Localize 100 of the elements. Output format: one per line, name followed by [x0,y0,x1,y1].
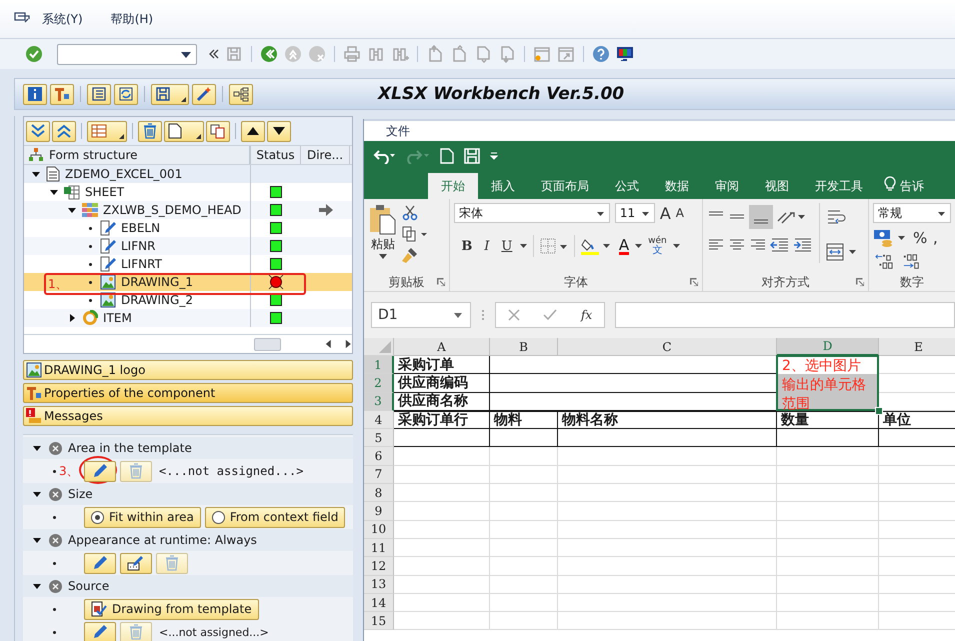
font-size-dropdown[interactable]: 11 [614,203,655,223]
font-dropdown[interactable]: 宋体 [454,203,610,223]
tree-row[interactable]: ITEM [24,309,352,327]
merge-cells-icon[interactable] [826,243,858,261]
collapse-all-button[interactable] [52,120,76,142]
style-button[interactable]: I [480,238,494,254]
ribbon-tab[interactable]: 审阅 [702,173,752,199]
new-file-icon[interactable] [440,148,454,164]
name-box[interactable]: D1 [371,302,471,328]
increase-decimal-icon[interactable] [873,253,895,271]
list-button[interactable] [87,84,111,104]
tree-row[interactable]: LIFNR [24,237,352,255]
row-header[interactable]: 5 [364,429,394,448]
fill-color-icon[interactable] [580,237,613,255]
edit-button[interactable] [84,622,116,641]
row-header[interactable]: 14 [364,594,394,612]
undo-icon[interactable] [372,148,396,164]
number-format-dropdown[interactable]: 常规 [873,203,951,223]
dropdown-icon[interactable] [672,244,680,248]
expand-all-button[interactable] [26,120,50,142]
row-header[interactable]: 6 [364,447,394,466]
info-button[interactable] [23,84,47,104]
edit-list-button[interactable] [120,552,152,574]
ribbon-tab[interactable]: 视图 [752,173,802,199]
row-header[interactable]: 7 [364,466,394,484]
expander-icon[interactable] [33,536,41,544]
row-header[interactable]: 1 [364,356,394,374]
help-icon[interactable] [592,45,610,63]
grow-font-button[interactable]: A [660,204,671,222]
lightbulb-icon[interactable] [884,176,896,192]
enter-icon[interactable] [25,45,43,63]
tree-row[interactable]: ZDEMO_EXCEL_001 [24,165,352,183]
dialog-launcher-icon[interactable] [436,278,445,286]
column-header[interactable]: B [490,338,558,356]
dropdown-icon[interactable] [181,52,191,58]
edit-button[interactable] [84,552,116,574]
ribbon-tab[interactable]: 页面布局 [528,173,602,199]
scrollbar-thumb[interactable] [254,338,281,350]
dropdown-icon[interactable] [635,244,642,248]
refresh-button[interactable] [114,84,138,104]
panel-button[interactable]: Messages [23,406,353,426]
column-header[interactable]: E [879,338,955,356]
expander-icon[interactable] [32,170,40,178]
dialog-launcher-icon[interactable] [690,278,698,286]
menu-item[interactable]: 系统(Y) [42,10,83,28]
scroll-right-icon[interactable] [345,339,352,349]
menu-item[interactable]: 帮助(H) [110,10,154,28]
settings-button[interactable] [50,84,74,104]
template-button[interactable]: Drawing from template [84,598,259,620]
column-header[interactable]: Status [250,146,301,164]
table-button[interactable] [87,120,127,142]
dropdown-corner-icon[interactable] [181,96,186,102]
ribbon-tab[interactable]: 插入 [478,173,528,199]
row-header[interactable]: 8 [364,484,394,502]
panel-button[interactable]: Properties of the component [23,383,353,403]
ribbon-tab[interactable]: 开始 [428,173,478,199]
cut-icon[interactable] [402,205,418,221]
row-header[interactable]: 11 [364,538,394,558]
comma-button[interactable]: , [933,229,947,247]
expander-icon[interactable] [50,188,58,196]
tell-me-link[interactable]: 告诉 [896,173,924,199]
insert-function-button[interactable]: fx [580,308,592,322]
shrink-font-button[interactable]: A [676,206,684,220]
column-header[interactable]: A [394,338,490,356]
file-menu[interactable]: 文件 [386,122,410,140]
copy-button[interactable] [206,120,230,142]
currency-icon[interactable] [873,229,907,247]
row-header[interactable]: 13 [364,576,394,594]
font-color-button[interactable]: A [618,238,630,254]
increase-indent-icon[interactable] [793,237,814,253]
row-header[interactable]: 2 [364,374,394,393]
paste-button[interactable]: 粘贴 [368,203,398,273]
tree-row[interactable]: ZXLWB_S_DEMO_HEAD [24,201,352,219]
expander-icon[interactable] [33,490,41,498]
decrease-indent-icon[interactable] [770,237,790,253]
expander-icon[interactable] [33,444,41,452]
dialog-launcher-icon[interactable] [856,278,864,286]
radio-indicator[interactable] [212,510,225,524]
monitor-icon[interactable] [616,45,634,63]
radio-indicator[interactable] [91,510,104,524]
copy-icon[interactable] [402,226,428,242]
ribbon-tab[interactable]: 数据 [652,173,702,199]
command-field[interactable] [57,44,197,64]
dropdown-icon[interactable] [520,244,527,248]
row-header[interactable]: 15 [364,612,394,630]
new-document-button[interactable] [164,120,204,142]
ribbon-tab[interactable]: 开发工具 [802,173,876,199]
phonetic-button[interactable]: wén 文 [648,236,667,256]
collapse-icon[interactable] [209,49,219,59]
save-button[interactable] [151,84,189,104]
column-header[interactable]: Dire... [301,146,350,164]
dropdown-corner-icon[interactable] [196,134,201,138]
scroll-left-icon[interactable] [324,339,332,349]
row-header[interactable]: 10 [364,520,394,539]
formula-field[interactable] [615,302,955,328]
style-button[interactable]: B [460,238,474,254]
row-header[interactable]: 3 [364,392,394,411]
save-icon[interactable] [464,148,480,164]
column-header[interactable]: Form structure [24,146,250,164]
style-button[interactable]: U [500,238,514,254]
